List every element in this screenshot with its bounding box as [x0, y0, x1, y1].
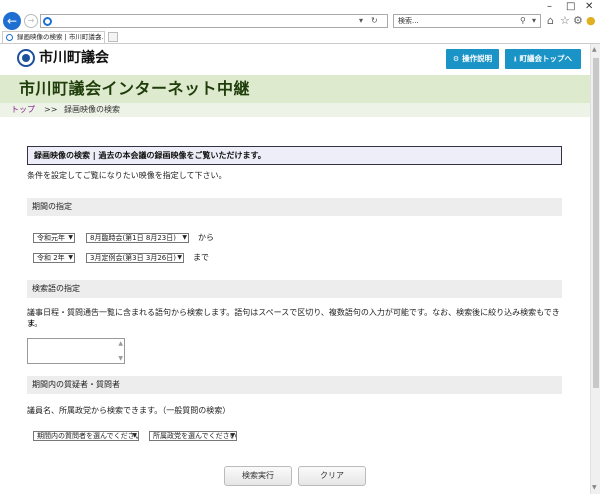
from-era-value: 令和元年	[37, 234, 65, 242]
site-logo[interactable]: 市川町議会	[17, 48, 117, 70]
from-era-select[interactable]: 令和元年 ▼	[33, 233, 75, 243]
minimize-icon[interactable]: –	[547, 1, 552, 12]
site-name: 市川町議会	[39, 50, 109, 66]
chevron-down-icon: ▼	[230, 432, 235, 439]
notice-box: 録画映像の検索 | 過去の本会議の録画映像をご覧いただけます。	[27, 146, 562, 165]
chevron-down-icon: ▼	[68, 254, 73, 261]
new-tab-button[interactable]	[108, 32, 118, 42]
browser-chrome: – □ ✕ ← → ▾ ↻ 検索... ⚲ ▾ ⌂ ☆ ⚙ ● 録画映像の検索 …	[0, 0, 600, 44]
title-band: 市川町議会インターネット中継	[0, 75, 590, 103]
smiley-feedback-icon[interactable]: ●	[586, 14, 596, 28]
scroll-down-arrow-icon[interactable]: ▼	[592, 484, 597, 491]
page-title: 市川町議会インターネット中継	[19, 79, 251, 98]
favorites-star-icon[interactable]: ☆	[560, 14, 570, 28]
scroll-up-arrow-icon[interactable]: ▲	[592, 46, 597, 53]
gear-icon: ⚙	[452, 55, 460, 63]
from-suffix: から	[198, 233, 214, 242]
keyword-textarea[interactable]: ▲ ▼	[27, 338, 125, 364]
breadcrumb-separator: >>	[44, 105, 58, 114]
council-top-button[interactable]: ⭳ 町議会トップへ	[505, 49, 581, 69]
back-button[interactable]: ←	[3, 12, 21, 30]
period-section-heading: 期間の指定	[27, 198, 562, 216]
tab-favicon-icon	[6, 34, 13, 41]
search-dropdown-icon[interactable]: ▾	[532, 15, 536, 27]
scroll-up-icon[interactable]: ▲	[118, 340, 123, 347]
maximize-icon[interactable]: □	[566, 1, 575, 12]
address-bar[interactable]: ▾ ↻	[40, 14, 388, 28]
scrollbar-thumb[interactable]	[593, 58, 599, 388]
breadcrumb: トップ >> 録画映像の検索	[0, 103, 590, 117]
breadcrumb-home-link[interactable]: トップ	[11, 103, 35, 117]
member-select-value: 期間内の質問者を選んでください	[37, 432, 139, 440]
chevron-down-icon: ▼	[132, 432, 137, 439]
town-seal-icon	[17, 49, 35, 67]
to-suffix: まで	[193, 253, 209, 262]
help-button-label: 操作説明	[462, 54, 493, 63]
close-window-icon[interactable]: ✕	[585, 1, 593, 12]
help-button[interactable]: ⚙ 操作説明	[446, 49, 499, 69]
breadcrumb-current: 録画映像の検索	[64, 105, 120, 114]
dropdown-icon[interactable]: ▾	[359, 15, 363, 27]
settings-gear-icon[interactable]: ⚙	[573, 14, 583, 28]
party-select[interactable]: 所属政党を選んでください ▼	[149, 431, 237, 441]
tab-close-icon[interactable]: ✕	[97, 32, 102, 43]
page-scrollbar[interactable]: ▲ ▼	[590, 44, 600, 494]
from-session-select[interactable]: 8月臨時会(第1日 8月23日) ▼	[86, 233, 189, 243]
chevron-down-icon: ▼	[182, 234, 187, 241]
browser-search-input[interactable]: 検索... ⚲ ▾	[393, 14, 541, 28]
site-icon	[43, 17, 52, 26]
search-icon[interactable]: ⚲	[520, 15, 526, 27]
intro-text: 条件を設定してご覧になりたい映像を指定して下さい。	[27, 171, 227, 180]
browser-search-placeholder: 検索...	[398, 17, 419, 25]
refresh-icon[interactable]: ↻	[371, 15, 378, 27]
to-session-value: 3月定例会(第3日 3月26日)	[90, 254, 176, 262]
questioner-section-heading: 期間内の質疑者・質問者	[27, 376, 562, 394]
to-era-select[interactable]: 令和 2年 ▼	[33, 253, 75, 263]
upload-icon: ⭳	[514, 55, 517, 63]
to-session-select[interactable]: 3月定例会(第3日 3月26日) ▼	[86, 253, 184, 263]
clear-button[interactable]: クリア	[298, 466, 366, 486]
member-select[interactable]: 期間内の質問者を選んでください ▼	[33, 431, 139, 441]
keyword-description-cont: す。	[27, 319, 43, 328]
tab-title: 録画映像の検索 | 市川町議会...	[17, 33, 105, 41]
keyword-section-heading: 検索語の指定	[27, 280, 562, 298]
chevron-down-icon: ▼	[177, 254, 182, 261]
page-content: 市川町議会 ⚙ 操作説明 ⭳ 町議会トップへ 市川町議会インターネット中継 トップ …	[0, 44, 590, 494]
questioner-description: 議員名、所属政党から検索できます。（一般質問の検索）	[27, 406, 231, 415]
site-header: 市川町議会 ⚙ 操作説明 ⭳ 町議会トップへ	[0, 44, 590, 74]
chevron-down-icon: ▼	[68, 234, 73, 241]
scroll-down-icon[interactable]: ▼	[118, 355, 123, 362]
search-execute-button[interactable]: 検索実行	[224, 466, 292, 486]
keyword-description: 議事日程・質問通告一覧に含まれる語句から検索します。語句はスペースで区切り、複数…	[27, 308, 560, 328]
browser-tab[interactable]: 録画映像の検索 | 市川町議会... ✕	[2, 31, 105, 43]
from-session-value: 8月臨時会(第1日 8月23日)	[90, 234, 176, 242]
forward-button[interactable]: →	[24, 14, 38, 28]
council-top-button-label: 町議会トップへ	[519, 54, 572, 63]
to-era-value: 令和 2年	[37, 254, 65, 262]
home-icon[interactable]: ⌂	[547, 14, 554, 28]
party-select-value: 所属政党を選んでください	[153, 432, 237, 440]
